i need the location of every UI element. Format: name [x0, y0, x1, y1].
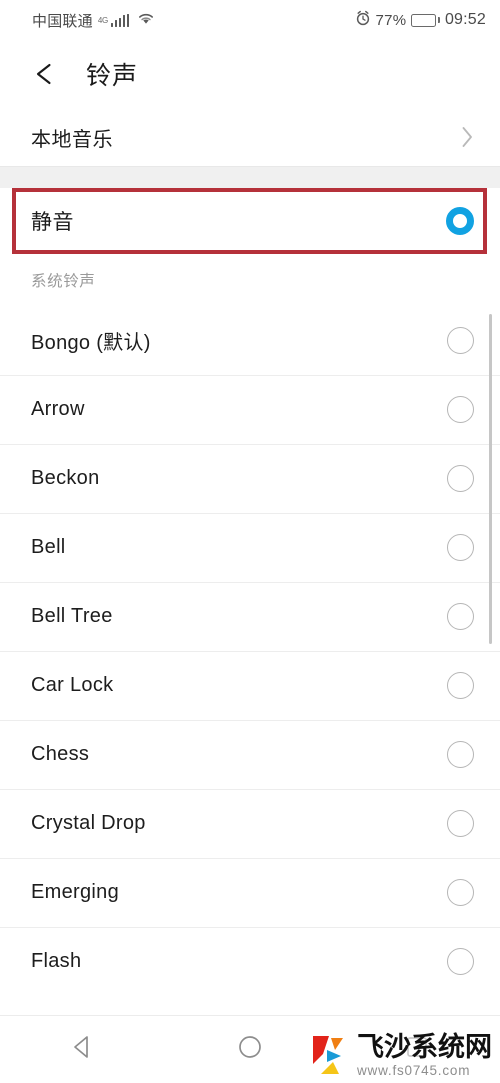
ringtone-row[interactable]: Bongo (默认) [0, 306, 500, 375]
nav-recents-icon [404, 1034, 430, 1065]
ringtone-label: Bell [31, 536, 66, 558]
silent-row-wrapper: 静音 [0, 188, 500, 254]
network-type-label: 4G [97, 15, 108, 25]
back-arrow-icon[interactable] [30, 59, 60, 89]
ringtone-label: Bongo (默认) [31, 332, 151, 354]
ringtone-label: Arrow [31, 398, 85, 420]
ringtone-list: Bongo (默认) Arrow Beckon Bell Bell Tree Car Lo… [0, 306, 500, 996]
app-header: 铃声 [0, 40, 500, 108]
silent-radio-selected[interactable] [446, 207, 474, 235]
nav-back-triangle-icon [70, 1034, 96, 1065]
ringtone-row[interactable]: Car Lock [0, 651, 500, 720]
ringtone-row[interactable]: Flash [0, 927, 500, 996]
section-divider-band [0, 166, 500, 188]
list-scrollbar[interactable] [488, 314, 492, 644]
ringtone-radio-unselected[interactable] [447, 948, 474, 975]
battery-icon [411, 13, 440, 27]
nav-home-circle-icon [237, 1034, 263, 1065]
system-ringtones-section-header: 系统铃声 [0, 254, 500, 306]
clock-label: 09:52 [444, 11, 486, 28]
status-bar-left: 中国联通 4G [32, 10, 155, 31]
ringtone-label: Beckon [31, 467, 100, 489]
ringtone-label: Car Lock [31, 674, 114, 696]
ringtone-label: Chess [31, 743, 90, 765]
ringtone-row[interactable]: Chess [0, 720, 500, 789]
ringtone-radio-unselected[interactable] [447, 465, 474, 492]
ringtone-row[interactable]: Beckon [0, 444, 500, 513]
ringtone-radio-unselected[interactable] [447, 741, 474, 768]
ringtone-radio-unselected[interactable] [447, 534, 474, 561]
system-navigation-bar [0, 1015, 500, 1083]
ringtone-row[interactable]: Bell Tree [0, 582, 500, 651]
ringtone-radio-unselected[interactable] [447, 327, 474, 354]
battery-percent-label: 77% [375, 11, 407, 29]
ringtone-label: Emerging [31, 881, 119, 903]
carrier-label: 中国联通 [32, 12, 93, 30]
nav-home-button[interactable] [190, 1016, 310, 1083]
ringtone-radio-unselected[interactable] [447, 603, 474, 630]
ringtone-row[interactable]: Emerging [0, 858, 500, 927]
nav-back-button[interactable] [23, 1016, 143, 1083]
ringtone-label: Bell Tree [31, 605, 113, 627]
nav-recents-button[interactable] [357, 1016, 477, 1083]
wifi-icon [137, 11, 155, 29]
ringtone-row[interactable]: Crystal Drop [0, 789, 500, 858]
ringtone-radio-unselected[interactable] [447, 672, 474, 699]
ringtone-row[interactable]: Bell [0, 513, 500, 582]
status-bar-right: 77% 09:52 [355, 10, 486, 30]
silent-label: 静音 [31, 211, 74, 234]
silent-row[interactable]: 静音 [0, 188, 500, 254]
page-title: 铃声 [86, 62, 139, 90]
ringtone-row[interactable]: Arrow [0, 375, 500, 444]
chevron-right-icon [461, 126, 474, 148]
local-music-label: 本地音乐 [31, 128, 113, 151]
status-bar: 中国联通 4G 77% 09:52 [0, 0, 500, 40]
alarm-clock-icon [355, 10, 371, 30]
signal-bars-icon [110, 13, 130, 27]
ringtone-radio-unselected[interactable] [447, 810, 474, 837]
ringtone-radio-unselected[interactable] [447, 879, 474, 906]
local-music-row[interactable]: 本地音乐 [0, 108, 500, 166]
ringtone-label: Crystal Drop [31, 812, 146, 834]
ringtone-radio-unselected[interactable] [447, 396, 474, 423]
ringtone-label: Flash [31, 950, 82, 972]
